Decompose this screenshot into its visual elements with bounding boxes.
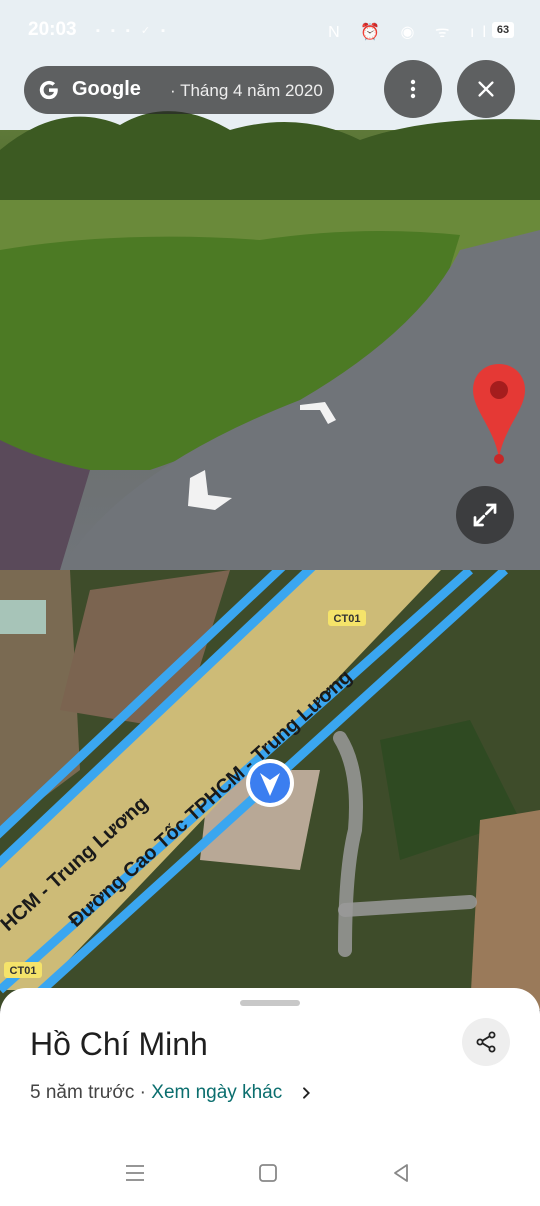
share-button[interactable] <box>462 1018 510 1066</box>
battery-indicator: 63 <box>492 22 514 38</box>
separator: · <box>134 1082 152 1103</box>
status-time: 20:03 <box>28 19 77 40</box>
more-vert-icon <box>410 79 416 99</box>
close-icon <box>478 81 494 97</box>
map-pin-icon <box>473 364 525 464</box>
home-icon <box>259 1164 277 1182</box>
recents-icon <box>126 1165 144 1181</box>
back-button[interactable] <box>386 1158 416 1188</box>
more-options-button[interactable] <box>384 60 442 118</box>
expand-icon <box>473 503 497 527</box>
map-view[interactable]: CT01 CT01 Đường Cao Tốc TPHCM - Trung Lư… <box>0 570 540 1010</box>
expand-button[interactable] <box>456 486 514 544</box>
chevron-right-icon[interactable] <box>298 1085 314 1101</box>
google-g-icon <box>39 80 58 100</box>
share-icon <box>476 1031 496 1053</box>
other-dates-link[interactable]: Xem ngày khác <box>151 1082 282 1103</box>
place-name: Hồ Chí Minh <box>30 1026 208 1062</box>
close-button[interactable] <box>457 60 515 118</box>
imagery-age-row: 5 năm trước · Xem ngày khác <box>30 1082 314 1104</box>
highway-shield: CT01 <box>334 613 361 625</box>
navigation-bar <box>0 1140 540 1206</box>
sheet-handle[interactable] <box>240 1000 300 1006</box>
highway-shield: CT01 <box>10 965 37 977</box>
system-icons: N ⏰ ◉ ᯤ ıl <box>328 24 494 41</box>
notification-icons: ▪ ▪ ▪ ✓ ▪ <box>96 25 170 37</box>
imagery-date-pill[interactable]: Google · Tháng 4 năm 2020 <box>24 66 334 114</box>
status-bar: 20:03 ▪ ▪ ▪ ✓ ▪ N ⏰ ◉ ᯤ ıl 63 <box>0 0 540 60</box>
recents-button[interactable] <box>120 1158 150 1188</box>
imagery-date: · Tháng 4 năm 2020 <box>170 81 323 100</box>
back-icon <box>394 1164 408 1182</box>
google-brand: Google <box>72 78 141 100</box>
home-button[interactable] <box>253 1158 283 1188</box>
map-satellite: CT01 CT01 Đường Cao Tốc TPHCM - Trung Lư… <box>0 570 540 1010</box>
imagery-age: 5 năm trước <box>30 1082 135 1103</box>
